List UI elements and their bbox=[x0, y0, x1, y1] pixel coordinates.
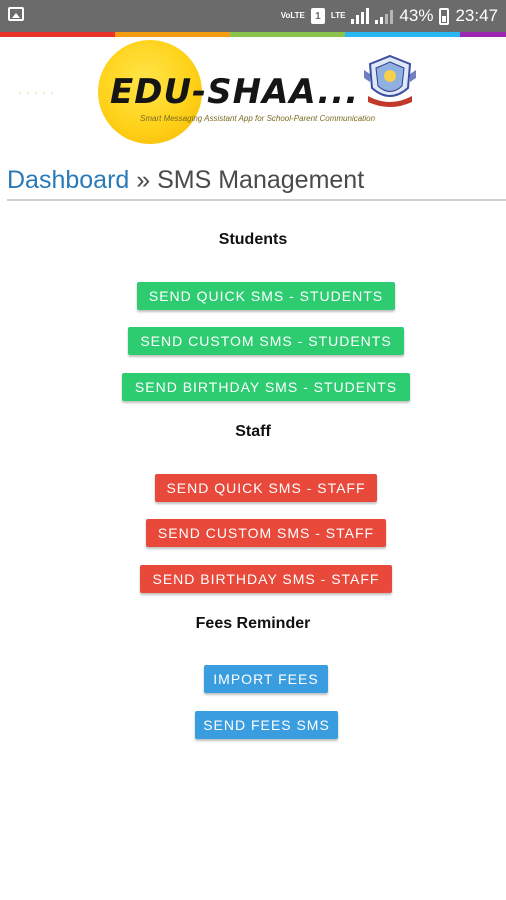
app-logo: ····· EDU-SHAA... Smart Messaging Assist… bbox=[0, 38, 506, 153]
section-title-staff: Staff bbox=[235, 423, 271, 440]
decorative-dots: ····· bbox=[18, 85, 58, 99]
school-crest-icon bbox=[364, 54, 416, 107]
color-strip bbox=[0, 32, 506, 37]
clock: 23:47 bbox=[455, 6, 498, 25]
lte-indicator: LTE bbox=[330, 11, 346, 20]
sim-indicator-icon: 1 bbox=[310, 8, 325, 24]
send-custom-sms-students-button[interactable]: SEND CUSTOM SMS - STUDENTS bbox=[128, 327, 404, 355]
send-quick-sms-students-button[interactable]: SEND QUICK SMS - STUDENTS bbox=[137, 282, 395, 310]
breadcrumb-separator: » bbox=[129, 166, 158, 194]
send-birthday-sms-staff-button[interactable]: SEND BIRTHDAY SMS - STAFF bbox=[140, 565, 392, 593]
send-quick-sms-staff-button[interactable]: SEND QUICK SMS - STAFF bbox=[155, 474, 377, 502]
status-icons: VoLTE 1 LTE 43% 23:47 bbox=[281, 4, 498, 28]
signal-strength-icon bbox=[351, 8, 370, 24]
send-birthday-sms-students-button[interactable]: SEND BIRTHDAY SMS - STUDENTS bbox=[122, 373, 410, 401]
heading-divider bbox=[7, 199, 506, 201]
section-title-students: Students bbox=[218, 231, 288, 248]
brand-name: EDU-SHAA... bbox=[110, 72, 360, 112]
battery-percent: 43% bbox=[399, 6, 434, 25]
volte-indicator: VoLTE bbox=[280, 11, 305, 20]
signal-strength-2-icon bbox=[375, 8, 394, 24]
section-title-fees: Fees Reminder bbox=[195, 615, 311, 632]
breadcrumb: Dashboard » SMS Management bbox=[7, 166, 364, 195]
send-fees-sms-button[interactable]: SEND FEES SMS bbox=[195, 711, 338, 739]
gallery-notification-icon bbox=[8, 7, 24, 21]
brand-tagline: Smart Messaging Assistant App for School… bbox=[140, 114, 376, 123]
import-fees-button[interactable]: IMPORT FEES bbox=[204, 665, 328, 693]
breadcrumb-dashboard-link[interactable]: Dashboard bbox=[7, 166, 129, 194]
send-custom-sms-staff-button[interactable]: SEND CUSTOM SMS - STAFF bbox=[146, 519, 386, 547]
battery-icon bbox=[439, 7, 450, 25]
status-bar: VoLTE 1 LTE 43% 23:47 bbox=[0, 0, 506, 32]
page-title: SMS Management bbox=[157, 166, 365, 194]
